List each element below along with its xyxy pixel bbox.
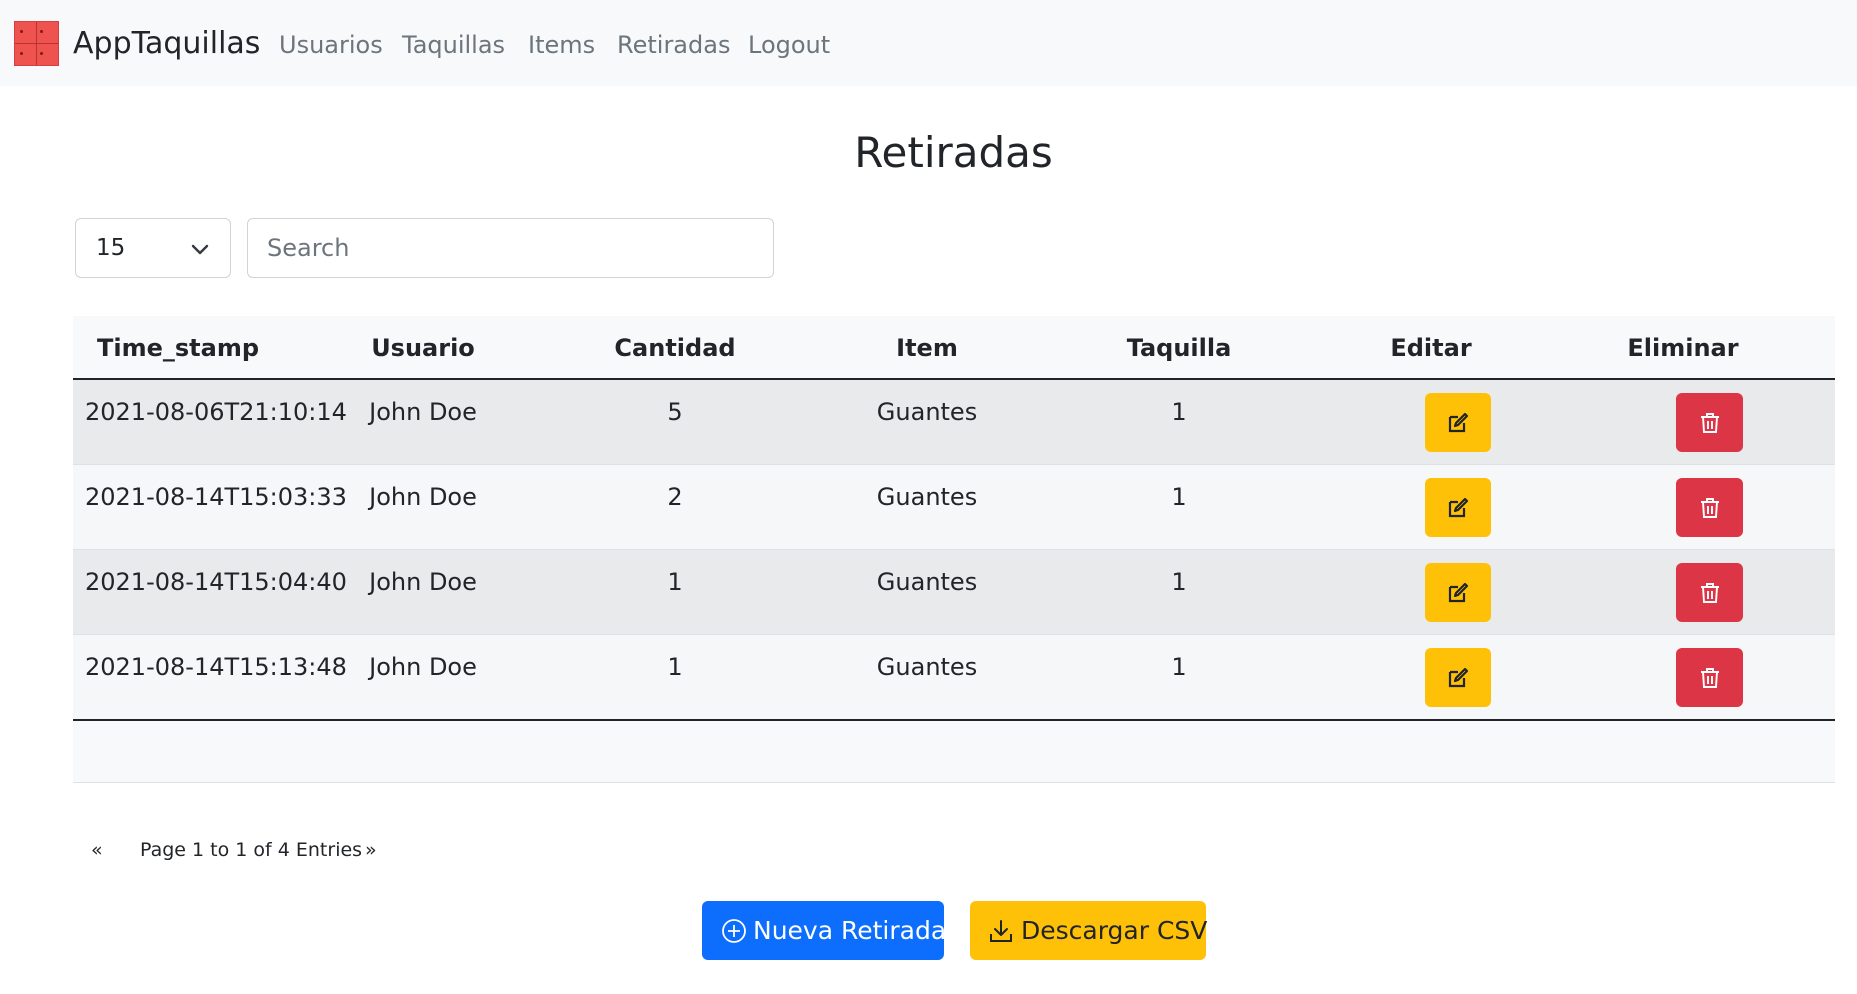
header-editar: Editar — [1390, 334, 1472, 362]
edit-icon — [1448, 667, 1469, 687]
cell-time-stamp: 2021-08-06T21:10:14 — [85, 398, 347, 426]
page-size-value: 15 — [96, 235, 126, 261]
cell-taquilla: 1 — [1171, 568, 1187, 596]
nav-link-retiradas[interactable]: Retiradas — [617, 30, 730, 60]
cell-time-stamp: 2021-08-14T15:03:33 — [85, 483, 347, 511]
cell-time-stamp: 2021-08-14T15:13:48 — [85, 653, 347, 681]
navbar: AppTaquillas Usuarios Taquillas Items Re… — [0, 0, 1857, 86]
cell-taquilla: 1 — [1171, 398, 1187, 426]
trash-icon — [1700, 667, 1719, 688]
cell-usuario: John Doe — [369, 483, 477, 511]
cell-time-stamp: 2021-08-14T15:04:40 — [85, 568, 347, 596]
delete-button[interactable] — [1676, 648, 1743, 707]
header-item[interactable]: Item — [827, 334, 1027, 362]
cell-item: Guantes — [876, 398, 978, 426]
search-input[interactable] — [247, 218, 774, 278]
table-header: Time_stamp Usuario Cantidad Item Taquill… — [73, 316, 1835, 380]
cell-cantidad: 2 — [667, 483, 683, 511]
cell-usuario: John Doe — [369, 653, 477, 681]
header-taquilla[interactable]: Taquilla — [1079, 334, 1279, 362]
download-csv-label: Descargar CSV — [1021, 916, 1208, 945]
edit-button[interactable] — [1425, 648, 1491, 707]
plus-circle-icon — [722, 919, 746, 943]
table-row: 2021-08-06T21:10:14 John Doe 5 Guantes 1 — [73, 380, 1835, 465]
pagination-prev[interactable]: « — [91, 838, 103, 862]
cell-taquilla: 1 — [1171, 483, 1187, 511]
edit-button[interactable] — [1425, 478, 1491, 537]
nav-link-items[interactable]: Items — [528, 30, 595, 60]
trash-icon — [1700, 497, 1719, 518]
trash-icon — [1700, 412, 1719, 433]
cell-cantidad: 1 — [667, 568, 683, 596]
edit-button[interactable] — [1425, 393, 1491, 452]
delete-button[interactable] — [1676, 563, 1743, 622]
header-eliminar: Eliminar — [1627, 334, 1739, 362]
header-cantidad[interactable]: Cantidad — [575, 334, 775, 362]
nav-link-taquillas[interactable]: Taquillas — [402, 30, 505, 60]
new-retirada-button[interactable]: Nueva Retirada — [702, 901, 947, 960]
edit-icon — [1448, 497, 1469, 517]
header-usuario[interactable]: Usuario — [323, 334, 523, 362]
nav-link-usuarios[interactable]: Usuarios — [279, 30, 383, 60]
trash-icon — [1700, 582, 1719, 603]
header-time-stamp[interactable]: Time_stamp — [73, 334, 283, 362]
edit-icon — [1448, 412, 1469, 432]
download-icon — [990, 920, 1012, 942]
brand-name[interactable]: AppTaquillas — [73, 26, 260, 62]
retiradas-table: Time_stamp Usuario Cantidad Item Taquill… — [73, 316, 1835, 783]
nav-link-logout[interactable]: Logout — [748, 30, 830, 60]
cell-usuario: John Doe — [369, 568, 477, 596]
table-row: 2021-08-14T15:13:48 John Doe 1 Guantes 1 — [73, 635, 1835, 720]
delete-button[interactable] — [1676, 478, 1743, 537]
cell-cantidad: 5 — [667, 398, 683, 426]
pagination-info: Page 1 to 1 of 4 Entries — [140, 839, 363, 861]
cell-item: Guantes — [876, 653, 978, 681]
delete-button[interactable] — [1676, 393, 1743, 452]
cell-item: Guantes — [876, 568, 978, 596]
chevron-down-icon — [191, 244, 209, 255]
table-row: 2021-08-14T15:03:33 John Doe 2 Guantes 1 — [73, 465, 1835, 550]
page-title: Retiradas — [854, 128, 1053, 177]
pagination-next[interactable]: » — [365, 838, 377, 862]
cell-usuario: John Doe — [369, 398, 477, 426]
table-row: 2021-08-14T15:04:40 John Doe 1 Guantes 1 — [73, 550, 1835, 635]
edit-icon — [1448, 582, 1469, 602]
page-size-select[interactable]: 15 — [75, 218, 231, 278]
edit-button[interactable] — [1425, 563, 1491, 622]
new-retirada-label: Nueva Retirada — [753, 916, 947, 945]
table-footer — [73, 719, 1835, 783]
download-csv-button[interactable]: Descargar CSV — [970, 901, 1208, 960]
cell-cantidad: 1 — [667, 653, 683, 681]
cell-taquilla: 1 — [1171, 653, 1187, 681]
cell-item: Guantes — [876, 483, 978, 511]
locker-icon[interactable] — [14, 21, 59, 66]
